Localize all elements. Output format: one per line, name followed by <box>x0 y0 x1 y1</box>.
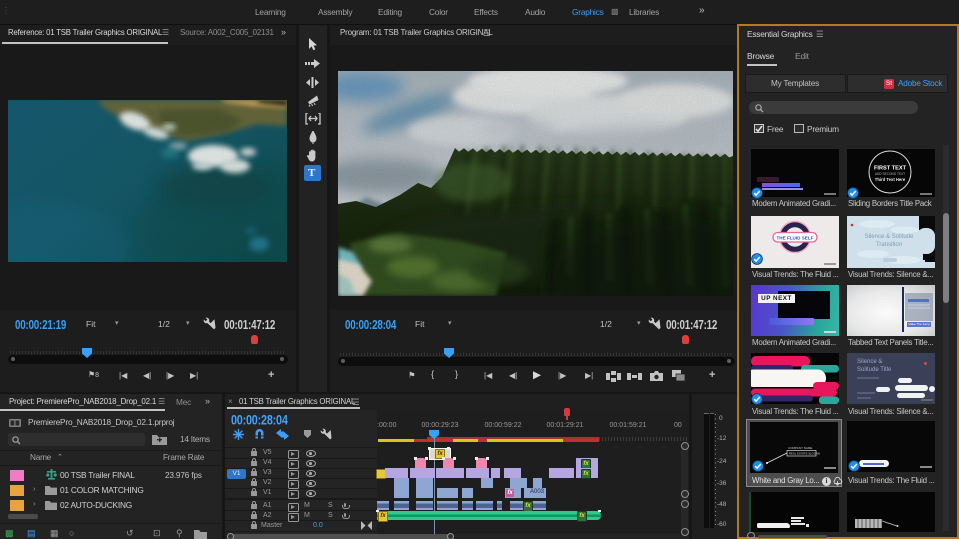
svg-text:Silence & Solitude: Silence & Solitude <box>865 234 914 240</box>
svg-text:REAL ESTATE SLOGAN: REAL ESTATE SLOGAN <box>789 451 820 455</box>
svg-text:COMPANY NAME: COMPANY NAME <box>788 446 812 450</box>
svg-text:THE FLUID SELF: THE FLUID SELF <box>776 236 813 241</box>
svg-text:ADD SECOND TEXT: ADD SECOND TEXT <box>875 172 905 176</box>
svg-text:Third Text Here: Third Text Here <box>875 177 906 182</box>
svg-text:FIRST TEXT: FIRST TEXT <box>874 166 907 172</box>
svg-text:Transition: Transition <box>876 242 902 248</box>
